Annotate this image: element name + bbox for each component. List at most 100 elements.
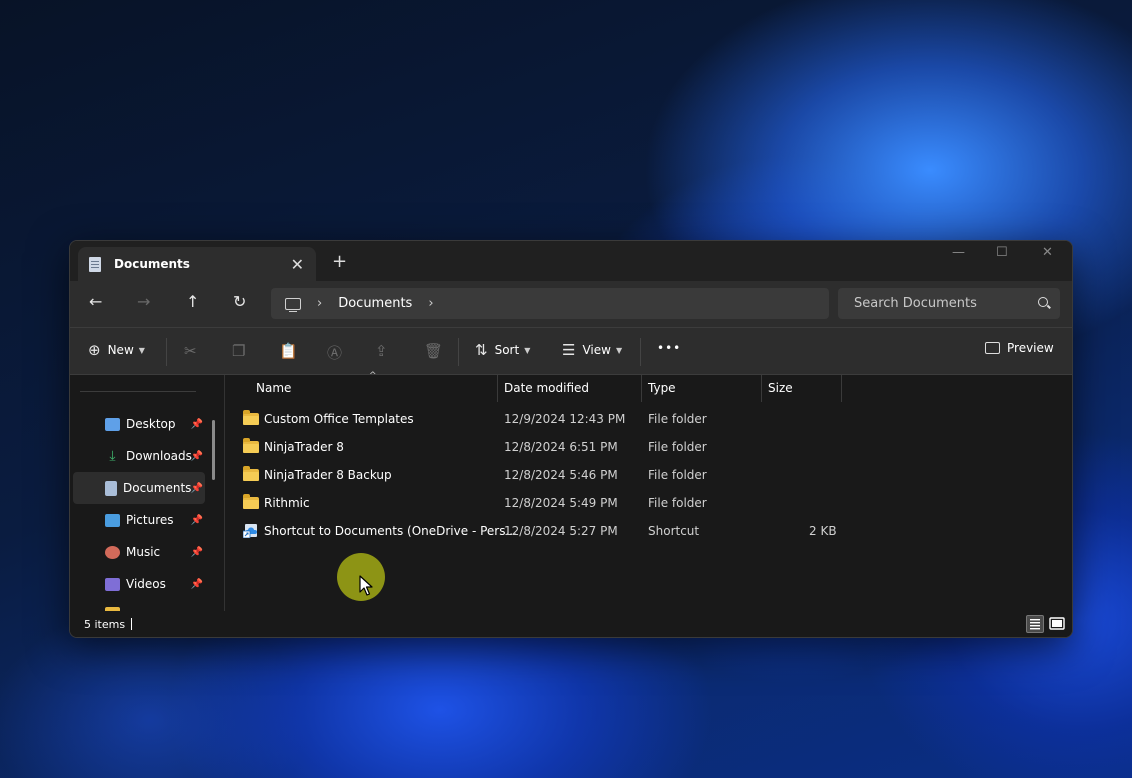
paste-icon[interactable]: 📋 bbox=[279, 342, 298, 360]
search-icon[interactable] bbox=[1038, 297, 1048, 307]
chevron-down-icon: ▼ bbox=[138, 345, 145, 355]
preview-button[interactable]: Preview bbox=[985, 341, 1054, 355]
file-type: File folder bbox=[648, 496, 707, 510]
sidebar-item-pictures[interactable]: Pictures 📌 bbox=[73, 504, 205, 536]
file-name: Shortcut to Documents (OneDrive - Pers..… bbox=[264, 524, 517, 538]
document-icon bbox=[89, 256, 101, 272]
sort-button[interactable]: ⇅ Sort ▼ bbox=[475, 341, 530, 359]
item-count: 5 items bbox=[84, 618, 126, 631]
file-row[interactable]: Shortcut to Documents (OneDrive - Pers..… bbox=[225, 517, 1072, 545]
column-header-name[interactable]: Name bbox=[256, 381, 291, 395]
refresh-button[interactable]: ↻ bbox=[233, 292, 246, 311]
desktop-icon bbox=[105, 417, 120, 431]
file-row[interactable]: Rithmic 12/8/2024 5:49 PM File folder bbox=[225, 489, 1072, 517]
tab-documents[interactable]: Documents ✕ bbox=[78, 247, 316, 281]
file-name: Rithmic bbox=[264, 496, 310, 510]
sidebar-item-desktop[interactable]: Desktop 📌 bbox=[73, 408, 205, 440]
sidebar-item-music[interactable]: Music 📌 bbox=[73, 536, 205, 568]
pictures-icon bbox=[105, 513, 120, 527]
sort-ascending-icon: ^ bbox=[369, 371, 377, 381]
videos-icon bbox=[105, 577, 120, 591]
large-icons-view-button[interactable] bbox=[1048, 615, 1066, 633]
sidebar-item-videos[interactable]: Videos 📌 bbox=[73, 568, 205, 600]
folder-icon bbox=[243, 466, 259, 481]
pin-icon[interactable]: 📌 bbox=[191, 451, 203, 462]
pin-icon[interactable]: 📌 bbox=[191, 419, 203, 430]
chevron-down-icon: ▼ bbox=[524, 345, 531, 355]
sort-icon: ⇅ bbox=[475, 341, 488, 359]
file-name: NinjaTrader 8 Backup bbox=[264, 468, 392, 482]
search-box[interactable] bbox=[838, 288, 1060, 319]
sidebar-scrollbar[interactable] bbox=[212, 420, 215, 480]
column-divider[interactable] bbox=[761, 375, 762, 402]
file-name: NinjaTrader 8 bbox=[264, 440, 344, 454]
sidebar-divider bbox=[80, 391, 196, 392]
file-row[interactable]: NinjaTrader 8 Backup 12/8/2024 5:46 PM F… bbox=[225, 461, 1072, 489]
maximize-button[interactable]: ☐ bbox=[996, 245, 1008, 260]
search-input[interactable] bbox=[852, 295, 1026, 312]
music-icon bbox=[105, 545, 120, 559]
breadcrumb-documents[interactable]: Documents bbox=[338, 296, 412, 311]
pin-icon[interactable]: 📌 bbox=[191, 515, 203, 526]
command-toolbar: ⊕ New ▼ ✂ ❐ 📋 Ⓐ ⇪ 🗑 ⇅ Sort ▼ ☰ View ▼ ••… bbox=[70, 327, 1072, 375]
column-header-type[interactable]: Type bbox=[648, 381, 676, 395]
folder-icon bbox=[243, 438, 259, 453]
large-icons-view-icon bbox=[1049, 617, 1065, 630]
sidebar-item-documents[interactable]: Documents 📌 bbox=[73, 472, 205, 504]
document-icon bbox=[105, 480, 117, 496]
file-size: 2 KB bbox=[809, 524, 837, 538]
file-explorer-window: Documents ✕ + — ☐ ✕ ← → ↑ ↻ › Documents … bbox=[69, 240, 1073, 638]
column-divider[interactable] bbox=[641, 375, 642, 402]
details-view-button[interactable] bbox=[1026, 615, 1044, 633]
delete-icon[interactable]: 🗑 bbox=[424, 342, 443, 360]
sidebar-item-downloads[interactable]: ⤓ Downloads 📌 bbox=[73, 440, 205, 472]
up-button[interactable]: ↑ bbox=[186, 292, 199, 311]
column-divider[interactable] bbox=[497, 375, 498, 402]
new-tab-button[interactable]: + bbox=[332, 251, 347, 272]
folder-icon bbox=[243, 494, 259, 509]
status-bar: 5 items bbox=[70, 611, 1072, 637]
sidebar-item-label: Videos bbox=[126, 577, 166, 591]
toolbar-divider bbox=[640, 338, 641, 366]
view-list-icon: ☰ bbox=[562, 341, 576, 359]
share-icon[interactable]: ⇪ bbox=[375, 342, 388, 360]
copy-icon[interactable]: ❐ bbox=[232, 342, 245, 360]
mouse-pointer-icon bbox=[359, 575, 373, 596]
file-type: File folder bbox=[648, 412, 707, 426]
toolbar-divider bbox=[166, 338, 167, 366]
plus-circle-icon: ⊕ bbox=[88, 341, 101, 359]
cut-icon[interactable]: ✂ bbox=[184, 342, 197, 360]
pin-icon[interactable]: 📌 bbox=[191, 579, 203, 590]
new-button[interactable]: ⊕ New ▼ bbox=[88, 341, 145, 359]
file-type: Shortcut bbox=[648, 524, 700, 538]
file-row[interactable]: Custom Office Templates 12/9/2024 12:43 … bbox=[225, 405, 1072, 433]
file-type: File folder bbox=[648, 468, 707, 482]
close-window-button[interactable]: ✕ bbox=[1042, 245, 1053, 260]
more-options-button[interactable]: ••• bbox=[657, 341, 681, 355]
file-type: File folder bbox=[648, 440, 707, 454]
text-cursor bbox=[131, 618, 132, 630]
column-divider[interactable] bbox=[841, 375, 842, 402]
sidebar-item-label: Desktop bbox=[126, 417, 176, 431]
chevron-right-icon[interactable]: › bbox=[428, 296, 433, 311]
tab-title: Documents bbox=[114, 257, 190, 271]
chevron-down-icon: ▼ bbox=[615, 345, 623, 355]
address-bar[interactable]: › Documents › bbox=[271, 288, 829, 319]
view-button[interactable]: ☰ View ▼ bbox=[562, 341, 622, 359]
rename-icon[interactable]: Ⓐ bbox=[327, 342, 342, 363]
preview-pane-icon bbox=[985, 342, 1000, 354]
chevron-right-icon[interactable]: › bbox=[317, 296, 322, 311]
forward-button[interactable]: → bbox=[137, 292, 150, 311]
close-tab-icon[interactable]: ✕ bbox=[291, 255, 304, 274]
pin-icon[interactable]: 📌 bbox=[191, 547, 203, 558]
shortcut-icon bbox=[243, 524, 257, 538]
column-header-size[interactable]: Size bbox=[768, 381, 793, 395]
minimize-button[interactable]: — bbox=[952, 245, 965, 260]
column-header-date[interactable]: Date modified bbox=[504, 381, 589, 395]
file-date: 12/8/2024 5:49 PM bbox=[504, 496, 618, 510]
back-button[interactable]: ← bbox=[89, 292, 102, 311]
file-row[interactable]: NinjaTrader 8 12/8/2024 6:51 PM File fol… bbox=[225, 433, 1072, 461]
this-pc-icon[interactable] bbox=[285, 297, 301, 312]
pin-icon[interactable]: 📌 bbox=[191, 483, 203, 494]
sidebar-item-label: Music bbox=[126, 545, 161, 559]
